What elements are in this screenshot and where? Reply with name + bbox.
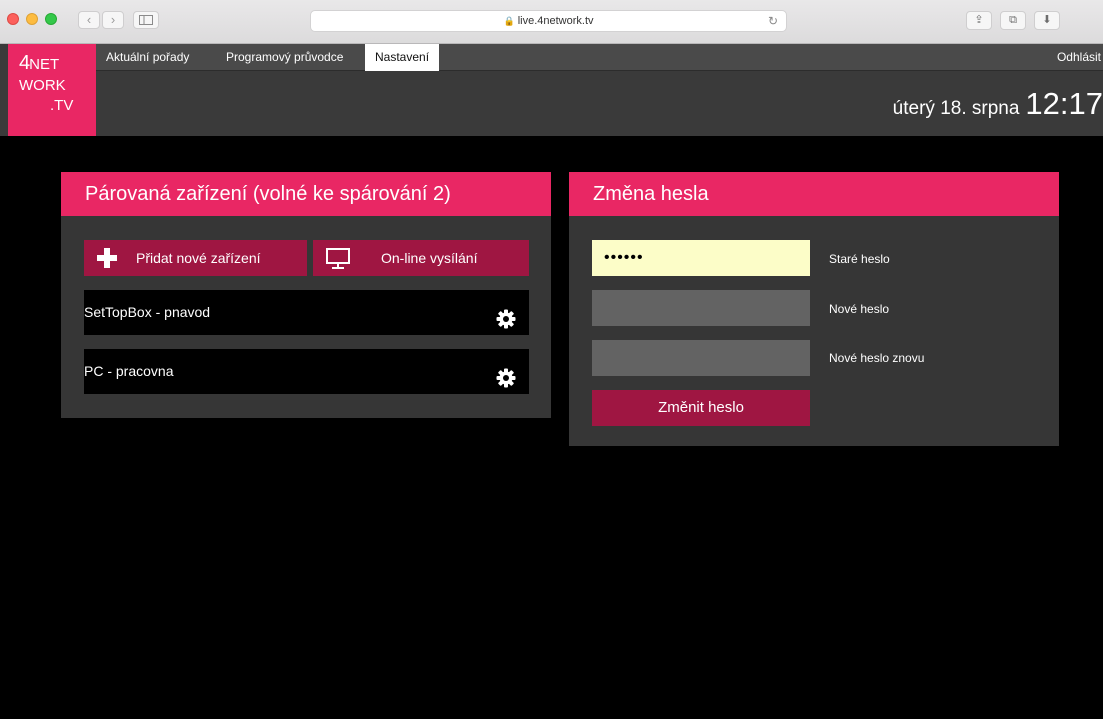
device-name: PC - pracovna xyxy=(84,363,174,379)
change-password-panel: Změna hesla Staré heslo Nové heslo Nové … xyxy=(569,172,1059,446)
change-password-button[interactable]: Změnit heslo xyxy=(592,390,810,426)
main-nav: Aktuální pořady Programový průvodce Nast… xyxy=(96,44,1103,71)
date-time: úterý 18. srpna 12:17 xyxy=(893,86,1103,122)
add-device-button[interactable]: Přidat nové zařízení xyxy=(84,240,307,276)
old-password-label: Staré heslo xyxy=(829,252,890,266)
gear-icon[interactable] xyxy=(496,302,516,329)
close-window-icon[interactable] xyxy=(7,13,19,25)
gear-icon[interactable] xyxy=(496,361,516,388)
logo[interactable]: 4NET WORK .TV xyxy=(8,44,96,136)
url-text: live.4network.tv xyxy=(517,15,594,27)
nav-item-program-guide[interactable]: Programový průvodce xyxy=(216,44,353,71)
paired-devices-panel: Párovaná zařízení (volné ke spárování 2)… xyxy=(61,172,551,418)
new-password-again-input[interactable] xyxy=(592,340,810,376)
tabs-icon[interactable]: ⧉ xyxy=(1000,11,1026,30)
current-date: úterý 18. srpna xyxy=(892,98,1020,119)
device-row[interactable]: PC - pracovna xyxy=(84,349,529,394)
minimize-window-icon[interactable] xyxy=(26,13,38,25)
app-header: 4NET WORK .TV Aktuální pořady Programový… xyxy=(0,44,1103,136)
monitor-icon xyxy=(325,240,351,289)
reload-icon[interactable]: ↻ xyxy=(768,11,778,31)
address-bar[interactable]: 🔒 live.4network.tv ↻ xyxy=(310,10,787,32)
downloads-icon[interactable]: ⬇ xyxy=(1034,11,1060,30)
new-password-input[interactable] xyxy=(592,290,810,326)
browser-toolbar: ‹ › 🔒 live.4network.tv ↻ ⇪ ⧉ ⬇ xyxy=(0,0,1103,44)
device-row[interactable]: SetTopBox - pnavod xyxy=(84,290,529,335)
zoom-window-icon[interactable] xyxy=(45,13,57,25)
sidebar-icon[interactable] xyxy=(133,11,159,29)
new-password-again-label: Nové heslo znovu xyxy=(829,351,925,365)
old-password-input[interactable] xyxy=(592,240,810,276)
share-icon[interactable]: ⇪ xyxy=(966,11,992,30)
back-icon[interactable]: ‹ xyxy=(78,11,100,29)
lock-icon: 🔒 xyxy=(503,16,515,26)
forward-icon[interactable]: › xyxy=(102,11,124,29)
device-name: SetTopBox - pnavod xyxy=(84,304,211,320)
logout-link[interactable]: Odhlásit xyxy=(1057,44,1101,71)
nav-item-current-shows[interactable]: Aktuální pořady xyxy=(96,44,199,71)
live-broadcast-button[interactable]: On-line vysílání xyxy=(313,240,529,276)
nav-item-settings[interactable]: Nastavení xyxy=(365,44,440,71)
panel-title: Změna hesla xyxy=(569,172,1059,216)
plus-icon xyxy=(96,240,118,289)
current-time: 12:17 xyxy=(1025,86,1103,121)
panel-title: Párovaná zařízení (volné ke spárování 2) xyxy=(61,172,551,216)
new-password-label: Nové heslo xyxy=(829,302,890,316)
